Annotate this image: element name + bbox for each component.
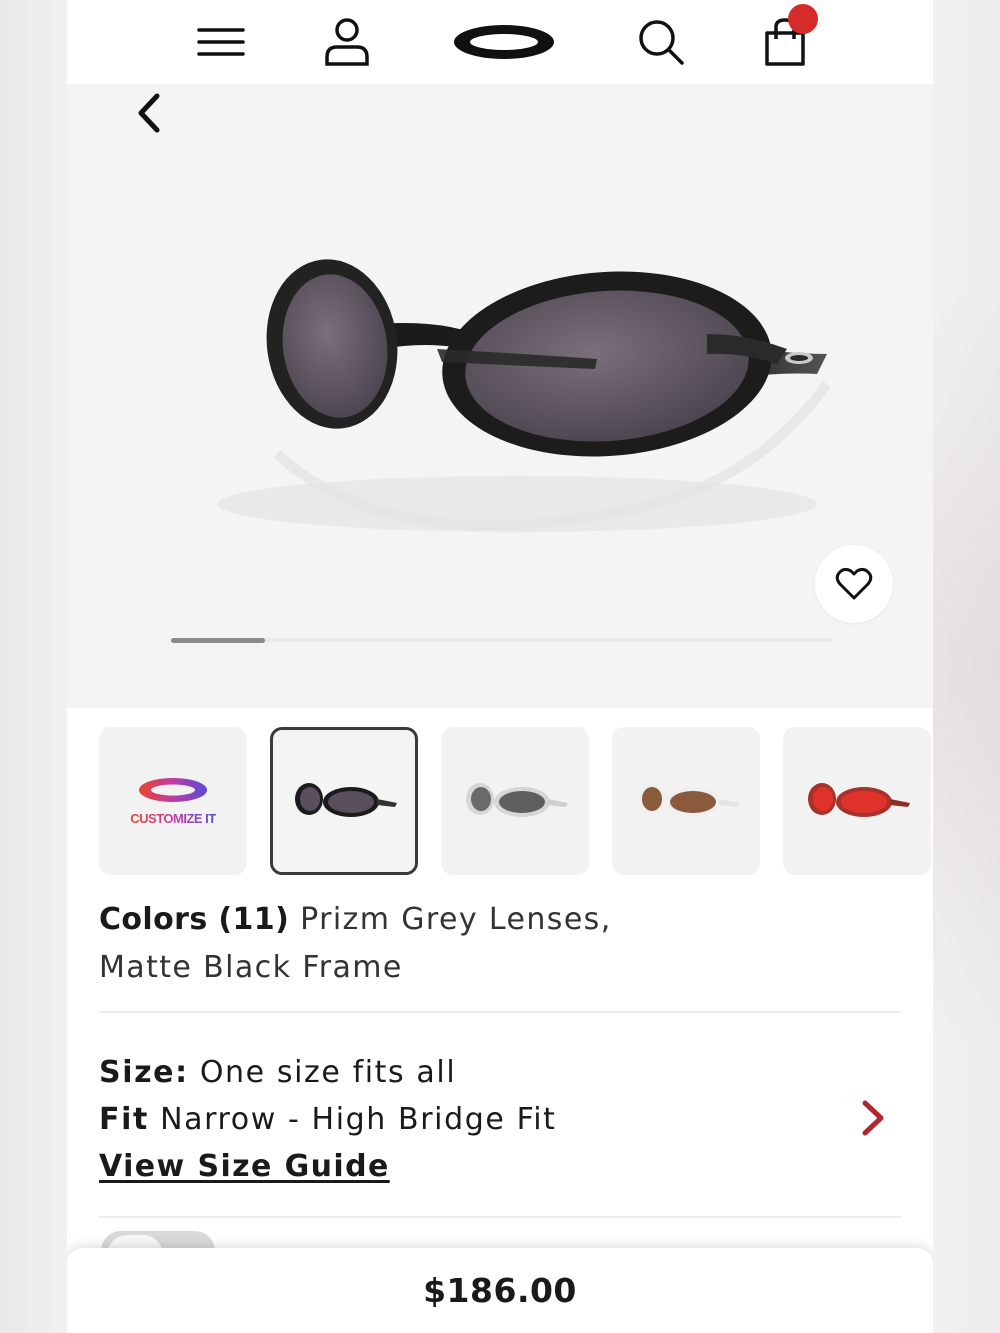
customize-it-label: CUSTOMIZE IT	[130, 810, 216, 826]
selected-color-name-line2: Matte Black Frame	[99, 950, 403, 985]
view-size-guide-link[interactable]: View Size Guide	[99, 1143, 390, 1190]
chevron-left-icon	[138, 93, 160, 133]
fit-value: Narrow - High Bridge Fit	[160, 1102, 557, 1137]
carousel-progress-indicator[interactable]	[171, 638, 265, 643]
sunglasses-thumbnail-image	[637, 783, 739, 817]
divider	[99, 1216, 901, 1218]
product-price: $186.00	[423, 1271, 577, 1310]
fit-label: Fit	[99, 1102, 149, 1137]
product-page: CUSTOMIZE IT Colors (11) Prizm Grey Lens…	[67, 0, 933, 1333]
search-icon[interactable]	[633, 14, 689, 70]
color-thumbnail-prizm-grey-matte-black[interactable]	[270, 727, 418, 875]
cart-badge	[788, 4, 818, 34]
wishlist-button[interactable]	[815, 545, 893, 623]
color-thumbnail-bronze-white[interactable]	[612, 727, 760, 875]
product-image	[217, 259, 832, 532]
back-button[interactable]	[127, 90, 171, 136]
color-thumbnail-silver[interactable]	[441, 727, 589, 875]
chevron-right-icon[interactable]	[857, 1098, 887, 1138]
size-label: Size:	[99, 1055, 189, 1090]
sunglasses-thumbnail-image	[466, 783, 568, 817]
size-info: Size: One size fits all Fit Narrow - Hig…	[99, 1049, 859, 1190]
price-bar: $186.00	[67, 1248, 933, 1333]
selected-color-name-line1: Prizm Grey Lenses,	[300, 902, 612, 937]
sunglasses-thumbnail-image	[295, 783, 397, 817]
divider	[99, 1011, 901, 1013]
color-thumbnail-ruby-red[interactable]	[783, 727, 931, 875]
color-thumbnails: CUSTOMIZE IT	[99, 727, 933, 875]
oakley-logo-icon	[138, 777, 207, 802]
product-image-carousel[interactable]	[67, 84, 933, 708]
oakley-logo-icon[interactable]	[449, 14, 559, 70]
menu-icon[interactable]	[195, 14, 247, 70]
colors-count-label: Colors (11)	[99, 902, 290, 937]
size-value: One size fits all	[199, 1055, 457, 1090]
top-nav-bar	[67, 0, 933, 84]
account-icon[interactable]	[319, 14, 375, 70]
selected-color-info: Colors (11) Prizm Grey Lenses, Matte Bla…	[99, 896, 899, 992]
sunglasses-thumbnail-image	[808, 783, 910, 817]
carousel-progress-track	[171, 638, 831, 643]
heart-icon	[835, 567, 873, 600]
customize-it-thumbnail[interactable]: CUSTOMIZE IT	[99, 727, 247, 875]
